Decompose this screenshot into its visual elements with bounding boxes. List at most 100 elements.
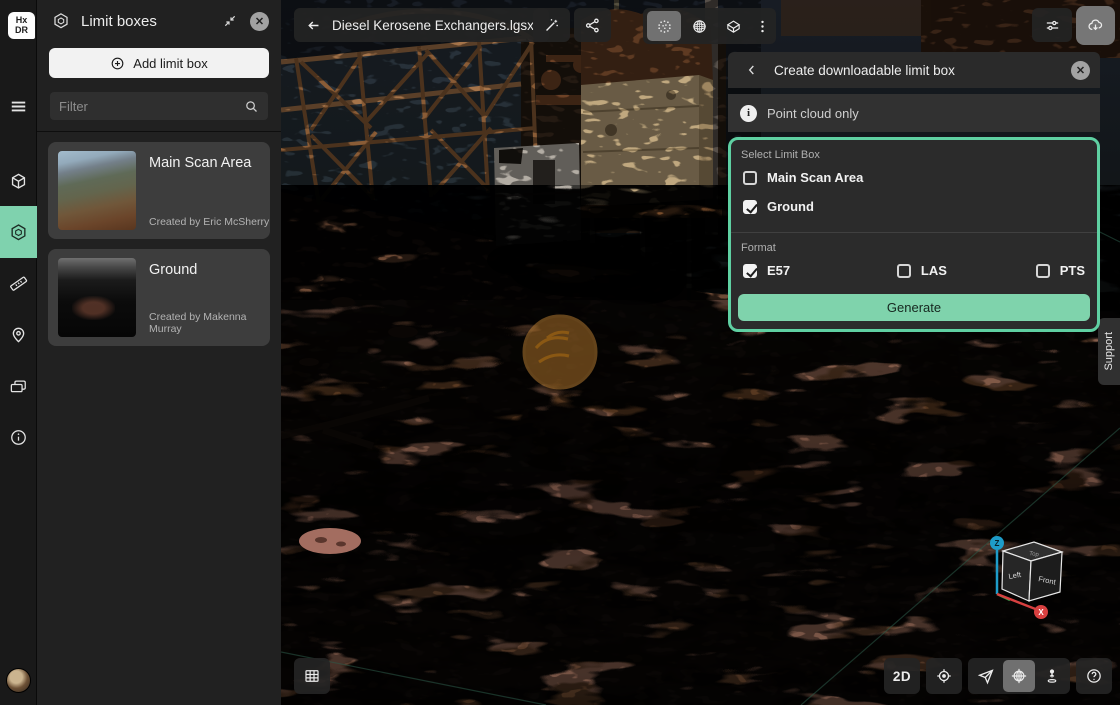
panel-divider <box>37 131 281 132</box>
magic-wand-button[interactable] <box>533 8 570 42</box>
fly-mode-button[interactable] <box>970 660 1002 692</box>
close-panel-button[interactable]: ✕ <box>250 12 269 31</box>
navigation-mode-toolbar <box>968 658 1070 694</box>
view-settings-button[interactable] <box>1032 8 1072 42</box>
info-icon <box>9 428 28 447</box>
sidebar-item-assets[interactable] <box>0 366 37 406</box>
format-section: Format E57 LAS PTS <box>731 233 1097 288</box>
create-limit-box-dialog: Create downloadable limit box ✕ i Point … <box>728 52 1100 332</box>
generate-button[interactable]: Generate <box>738 294 1090 321</box>
mesh-globe-icon <box>691 18 708 35</box>
limit-box-byline: Created by Eric McSherry <box>149 216 269 228</box>
sidebar-item-measure[interactable] <box>0 263 37 303</box>
back-arrow-icon <box>305 17 322 34</box>
ground-checkbox[interactable] <box>743 200 757 214</box>
cube-icon <box>9 172 28 191</box>
pts-checkbox[interactable] <box>1036 264 1050 278</box>
las-checkbox[interactable] <box>897 264 911 278</box>
main-menu-button[interactable] <box>0 86 37 126</box>
sidebar-item-info[interactable] <box>0 417 37 457</box>
search-icon <box>244 99 259 114</box>
back-button[interactable] <box>294 17 332 34</box>
user-avatar[interactable] <box>6 668 31 693</box>
help-button[interactable] <box>1076 658 1112 694</box>
sidebar-item-annotations[interactable] <box>0 314 37 354</box>
limit-box-icon <box>52 12 70 30</box>
limit-boxes-panel: Limit boxes ✕ Add limit box Main Scan Ar… <box>37 0 281 705</box>
kebab-menu-icon <box>754 18 771 35</box>
hxdr-logo[interactable]: Hx DR <box>8 12 35 39</box>
add-limit-box-button[interactable]: Add limit box <box>49 48 269 78</box>
document-title-bar: Diesel Kerosene Exchangers.lgsx <box>294 8 549 42</box>
limit-box-list-item[interactable]: Ground Created by Makenna Murray <box>48 249 270 346</box>
layer-toolbar <box>643 8 776 44</box>
limit-box-list-item[interactable]: Main Scan Area Created by Eric McSherry <box>48 142 270 239</box>
format-options-row: E57 LAS PTS <box>743 263 1085 278</box>
share-button[interactable] <box>574 8 611 42</box>
format-option[interactable]: PTS <box>1036 263 1085 278</box>
dialog-header: Create downloadable limit box ✕ <box>728 52 1100 88</box>
grid-table-icon <box>303 667 321 685</box>
info-icon: i <box>740 105 757 122</box>
dialog-title: Create downloadable limit box <box>774 63 1071 78</box>
model-layer-button[interactable] <box>718 11 749 41</box>
hamburger-icon <box>9 97 28 116</box>
table-view-button[interactable] <box>294 658 330 694</box>
sliders-icon <box>1044 17 1061 34</box>
limit-box-thumbnail <box>58 151 136 230</box>
plus-circle-icon <box>110 56 125 71</box>
support-tab-label: Support <box>1103 332 1115 371</box>
filter-input[interactable] <box>59 99 244 114</box>
collapse-panel-button[interactable] <box>218 9 242 33</box>
left-icon-rail: Hx DR <box>0 0 37 705</box>
locate-button[interactable] <box>926 658 962 694</box>
download-button[interactable] <box>1076 6 1115 45</box>
limit-box-option-row[interactable]: Main Scan Area <box>743 170 1085 185</box>
scene-pink-disc <box>299 528 361 554</box>
document-title: Diesel Kerosene Exchangers.lgsx <box>332 18 534 33</box>
format-option-label: E57 <box>767 263 790 278</box>
paper-plane-icon <box>977 667 995 685</box>
dialog-close-button[interactable]: ✕ <box>1071 61 1090 80</box>
limit-box-option-label: Main Scan Area <box>767 170 863 185</box>
mode-2d-label: 2D <box>893 669 911 684</box>
format-section-label: Format <box>741 242 1087 254</box>
sidebar-item-models[interactable] <box>0 161 37 201</box>
select-limit-box-section: Select Limit Box Main Scan Area Ground <box>731 140 1097 232</box>
dialog-back-button[interactable] <box>740 58 764 82</box>
panel-header: Limit boxes ✕ <box>37 0 281 42</box>
limit-box-thumbnail <box>58 258 136 337</box>
mode-2d-button[interactable]: 2D <box>884 658 920 694</box>
cloud-download-icon <box>1087 17 1104 34</box>
limit-box-option-row[interactable]: Ground <box>743 199 1085 214</box>
orbit-mode-button[interactable] <box>1003 660 1035 692</box>
info-banner: i Point cloud only <box>728 94 1100 132</box>
limit-box-title: Ground <box>149 262 197 278</box>
map-pin-icon <box>9 325 28 344</box>
info-banner-text: Point cloud only <box>767 106 859 121</box>
magic-wand-icon <box>543 17 560 34</box>
limit-box-title: Main Scan Area <box>149 155 251 171</box>
textured-mesh-icon <box>725 18 742 35</box>
format-option[interactable]: LAS <box>897 263 947 278</box>
format-option-label: PTS <box>1060 263 1085 278</box>
e57-checkbox[interactable] <box>743 264 757 278</box>
help-icon <box>1085 667 1103 685</box>
svg-text:Z: Z <box>995 539 1000 548</box>
filter-field[interactable] <box>50 92 268 120</box>
support-tab[interactable]: Support <box>1098 318 1120 385</box>
mesh-layer-button[interactable] <box>684 11 715 41</box>
walk-mode-button[interactable] <box>1036 660 1068 692</box>
scan-position-marker[interactable] <box>524 316 596 388</box>
app-window: Left Front Top Z X Diesel Kerosene Excha… <box>0 0 1120 705</box>
sidebar-item-limit-boxes[interactable] <box>0 206 37 258</box>
collapse-arrows-icon <box>222 13 238 29</box>
point-cloud-icon <box>656 18 673 35</box>
format-option-label: LAS <box>921 263 947 278</box>
more-options-button[interactable] <box>752 11 772 41</box>
point-cloud-layer-button[interactable] <box>647 11 681 41</box>
main-scan-area-checkbox[interactable] <box>743 171 757 185</box>
svg-text:X: X <box>1038 608 1044 617</box>
limit-box-icon <box>9 223 28 242</box>
format-option[interactable]: E57 <box>743 263 790 278</box>
